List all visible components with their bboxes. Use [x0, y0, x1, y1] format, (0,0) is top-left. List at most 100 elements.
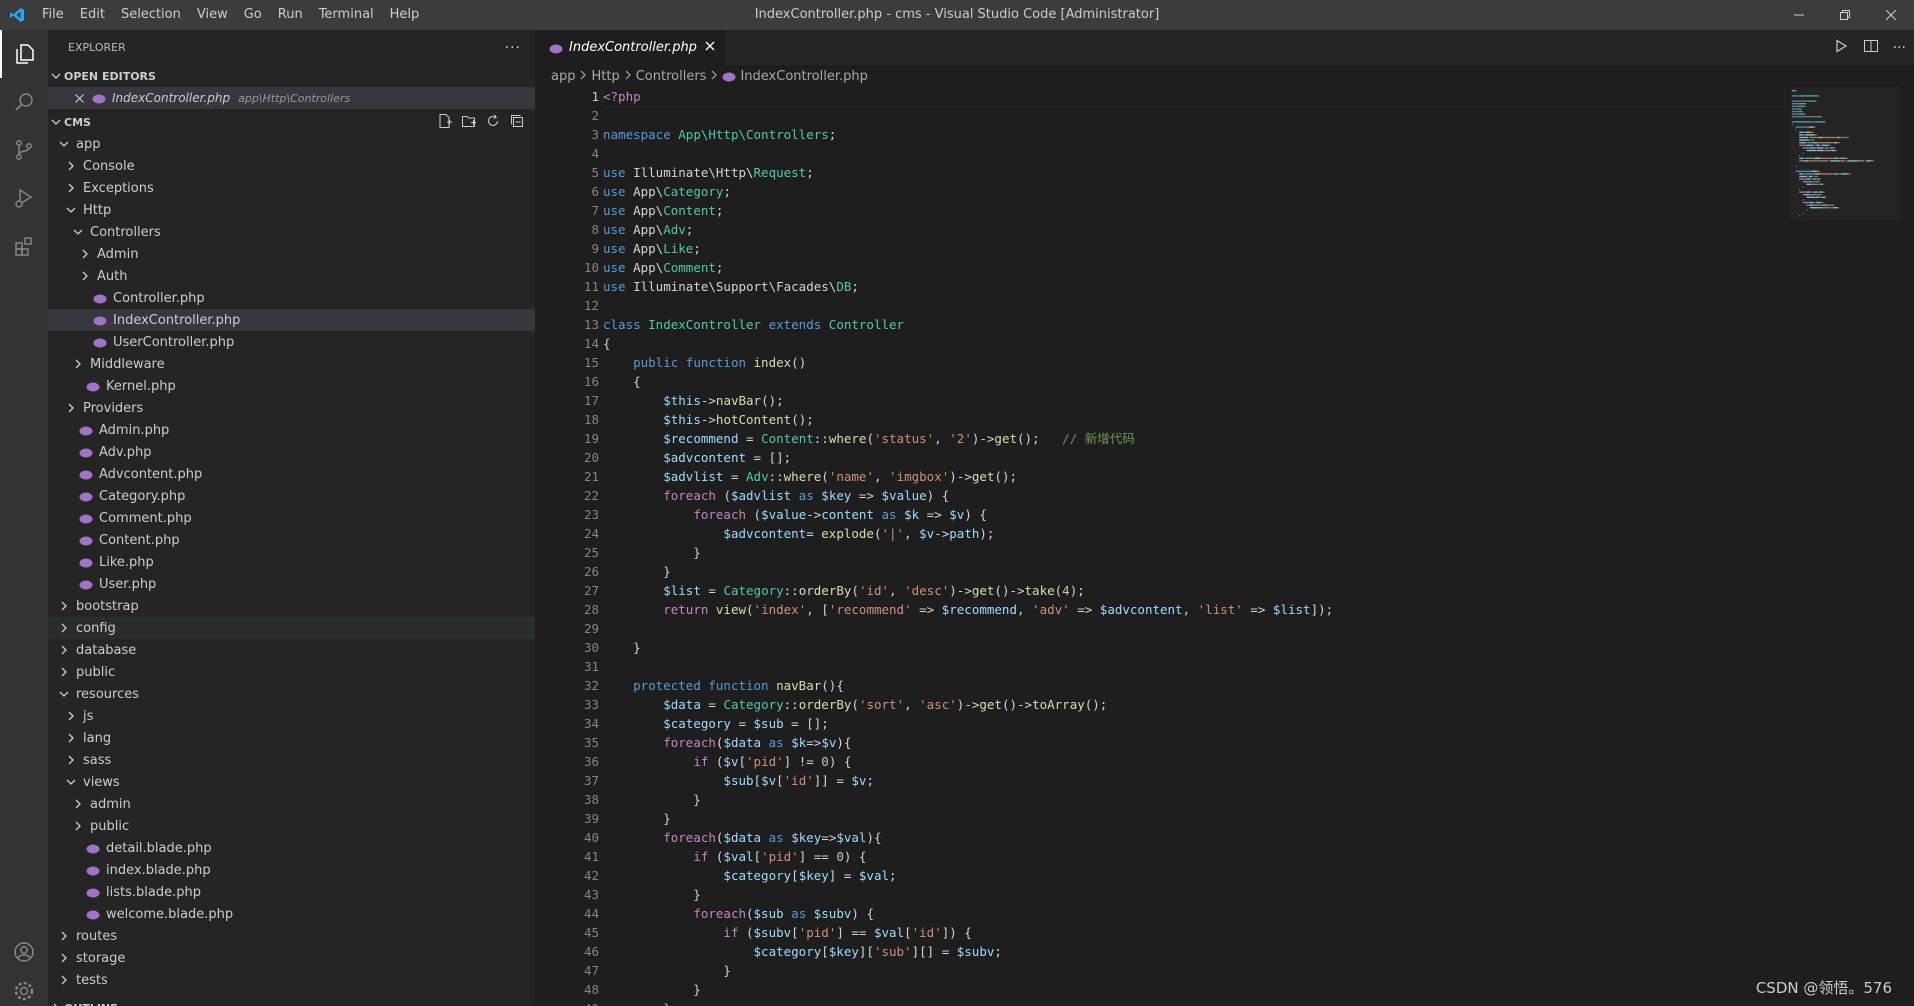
project-header[interactable]: CMS: [48, 111, 535, 133]
tree-file[interactable]: Comment.php: [48, 507, 535, 529]
minimize-button[interactable]: [1776, 0, 1822, 30]
tree-folder[interactable]: public: [48, 815, 535, 837]
tree-folder[interactable]: resources: [48, 683, 535, 705]
vertical-scrollbar[interactable]: [1900, 87, 1914, 1006]
menu-file[interactable]: File: [34, 0, 72, 30]
line-number: 14: [583, 336, 599, 351]
menu-selection[interactable]: Selection: [113, 0, 189, 30]
tree-folder[interactable]: lang: [48, 727, 535, 749]
tree-folder[interactable]: bootstrap: [48, 595, 535, 617]
tree-item-label: welcome.blade.php: [106, 906, 234, 922]
run-file-icon[interactable]: [1833, 38, 1849, 58]
tree-file[interactable]: IndexController.php: [48, 309, 535, 331]
more-actions-icon[interactable]: ···: [1893, 40, 1906, 56]
tab-indexcontroller[interactable]: IndexController.php: [535, 30, 725, 65]
explorer-icon[interactable]: [0, 30, 48, 78]
tree-file[interactable]: detail.blade.php: [48, 837, 535, 859]
tree-folder[interactable]: Providers: [48, 397, 535, 419]
menu-help[interactable]: Help: [382, 0, 428, 30]
code-line: }: [603, 792, 701, 807]
close-tab-icon[interactable]: [705, 40, 715, 55]
tree-folder[interactable]: Exceptions: [48, 177, 535, 199]
tree-item-label: Category.php: [99, 488, 186, 504]
breadcrumb-item[interactable]: app: [551, 69, 575, 84]
tree-folder[interactable]: Console: [48, 155, 535, 177]
code-content[interactable]: <?php namespace App\Http\Controllers; us…: [602, 87, 1785, 1006]
tree-file[interactable]: User.php: [48, 573, 535, 595]
chevron-down-icon: [70, 224, 86, 240]
line-number: 8: [591, 222, 599, 237]
search-icon[interactable]: [0, 78, 48, 126]
tree-folder[interactable]: Admin: [48, 243, 535, 265]
tree-file[interactable]: Content.php: [48, 529, 535, 551]
line-number: 26: [583, 564, 599, 579]
tree-file[interactable]: Kernel.php: [48, 375, 535, 397]
line-number: 12: [583, 298, 599, 313]
tree-folder[interactable]: config: [48, 617, 535, 639]
tree-folder[interactable]: public: [48, 661, 535, 683]
tree-folder[interactable]: sass: [48, 749, 535, 771]
tree-folder[interactable]: Controllers: [48, 221, 535, 243]
code-line: }: [603, 545, 701, 560]
tree-file[interactable]: Like.php: [48, 551, 535, 573]
close-window-button[interactable]: [1868, 0, 1914, 30]
code-line: public function index(): [633, 355, 807, 370]
tree-folder[interactable]: js: [48, 705, 535, 727]
tree-folder[interactable]: views: [48, 771, 535, 793]
split-editor-icon[interactable]: [1863, 38, 1879, 58]
menu-run[interactable]: Run: [270, 0, 311, 30]
tree-file[interactable]: index.blade.php: [48, 859, 535, 881]
tree-item-label: database: [76, 642, 137, 658]
tree-file[interactable]: Advcontent.php: [48, 463, 535, 485]
accounts-icon[interactable]: [0, 928, 48, 976]
tree-file[interactable]: UserController.php: [48, 331, 535, 353]
tree-folder[interactable]: Middleware: [48, 353, 535, 375]
breadcrumb-item[interactable]: Controllers: [636, 69, 707, 84]
chevron-right-icon: [56, 620, 72, 636]
php-file-icon: [93, 315, 107, 326]
tree-folder[interactable]: admin: [48, 793, 535, 815]
more-actions-icon[interactable]: ···: [505, 40, 521, 56]
tree-item-label: app: [76, 136, 101, 152]
refresh-icon[interactable]: [485, 113, 501, 132]
tree-folder[interactable]: tests: [48, 969, 535, 991]
line-number: 13: [583, 317, 599, 332]
tree-file[interactable]: welcome.blade.php: [48, 903, 535, 925]
breadcrumb-item[interactable]: Http: [591, 69, 619, 84]
tree-folder[interactable]: Auth: [48, 265, 535, 287]
run-debug-icon[interactable]: [0, 174, 48, 222]
minimap[interactable]: [1790, 87, 1900, 347]
open-editors-header[interactable]: OPEN EDITORS: [48, 65, 535, 87]
tree-file[interactable]: Controller.php: [48, 287, 535, 309]
php-file-icon: [86, 887, 100, 898]
tree-file[interactable]: lists.blade.php: [48, 881, 535, 903]
menu-terminal[interactable]: Terminal: [311, 0, 382, 30]
line-number: 20: [583, 450, 599, 465]
code-editor[interactable]: 1 2 3 4 5 6 7 8 9 10 11 12 13 14 15 16 17 18 19 20 21 22 23 24 2…: [535, 87, 1914, 1006]
collapse-all-icon[interactable]: [509, 113, 525, 132]
tree-file[interactable]: Admin.php: [48, 419, 535, 441]
code-line: if ($val['pid'] == 0) {: [693, 849, 867, 864]
close-editor-icon[interactable]: [72, 93, 86, 103]
open-editor-item[interactable]: IndexController.php app\Http\Controllers: [48, 87, 535, 109]
restore-button[interactable]: [1822, 0, 1868, 30]
tree-folder[interactable]: storage: [48, 947, 535, 969]
new-folder-icon[interactable]: [461, 113, 477, 132]
menu-go[interactable]: Go: [236, 0, 270, 30]
tree-folder[interactable]: routes: [48, 925, 535, 947]
source-control-icon[interactable]: [0, 126, 48, 174]
new-file-icon[interactable]: [437, 113, 453, 132]
manage-gear-icon[interactable]: [0, 976, 48, 1006]
breadcrumb-item[interactable]: IndexController.php: [740, 69, 867, 84]
extensions-icon[interactable]: [0, 222, 48, 270]
menu-view[interactable]: View: [189, 0, 236, 30]
tree-folder[interactable]: Http: [48, 199, 535, 221]
php-file-icon: [79, 513, 93, 524]
tree-folder[interactable]: database: [48, 639, 535, 661]
tree-file[interactable]: Category.php: [48, 485, 535, 507]
outline-header[interactable]: OUTLINE: [48, 997, 535, 1006]
php-file-icon: [79, 491, 93, 502]
tree-file[interactable]: Adv.php: [48, 441, 535, 463]
tree-folder[interactable]: app: [48, 133, 535, 155]
menu-edit[interactable]: Edit: [72, 0, 113, 30]
